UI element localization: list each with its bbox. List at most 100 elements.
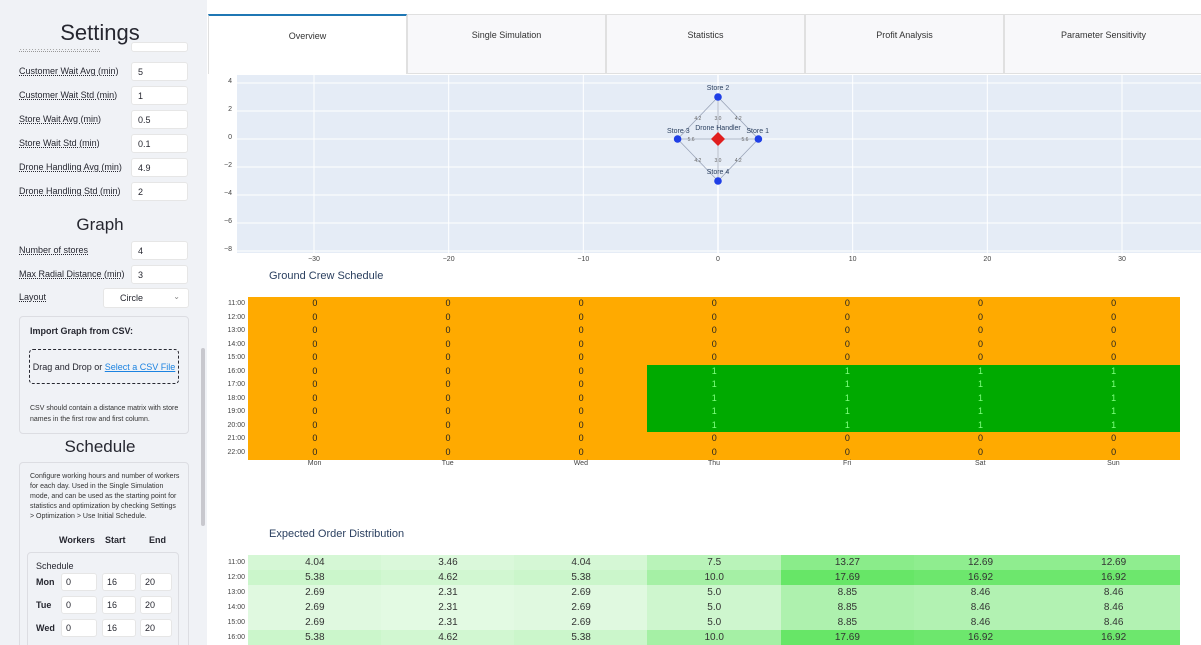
crew-cell: 0 bbox=[514, 297, 648, 311]
field-label: Drone Handling Avg (min) bbox=[19, 162, 122, 172]
store-node[interactable] bbox=[714, 93, 722, 101]
crew-cell: 1 bbox=[780, 418, 915, 433]
crew-cell: 0 bbox=[381, 378, 515, 392]
crew-cell: 0 bbox=[780, 351, 915, 365]
field-input[interactable]: 2 bbox=[131, 182, 188, 201]
store-node-label: Store 3 bbox=[667, 128, 690, 135]
tab-profit-analysis[interactable]: Profit Analysis bbox=[805, 14, 1004, 74]
crew-cell: 0 bbox=[913, 445, 1048, 460]
crew-cell: 0 bbox=[647, 297, 782, 311]
tab-overview[interactable]: Overview bbox=[208, 14, 407, 74]
field-input[interactable]: 0.5 bbox=[131, 110, 188, 129]
chevron-down-icon: ⌄ bbox=[173, 292, 180, 301]
crew-cell: 1 bbox=[913, 405, 1048, 419]
store-node[interactable] bbox=[714, 177, 722, 185]
workers-header: Workers bbox=[59, 535, 95, 545]
start-input[interactable]: 16 bbox=[102, 573, 136, 591]
drone-handler-node[interactable] bbox=[711, 132, 725, 146]
layout-select[interactable]: Circle ⌄ bbox=[103, 288, 189, 308]
tab-statistics[interactable]: Statistics bbox=[606, 14, 805, 74]
crew-cell: 0 bbox=[381, 432, 515, 446]
order-cell: 4.62 bbox=[381, 630, 515, 645]
order-cell: 5.0 bbox=[647, 585, 782, 601]
workers-input[interactable]: 0 bbox=[61, 596, 97, 614]
crew-hour-label: 14:00 bbox=[227, 340, 245, 348]
order-cell: 2.31 bbox=[381, 600, 515, 616]
crew-cell: 0 bbox=[248, 391, 382, 406]
crew-cell: 0 bbox=[1046, 351, 1181, 365]
graph-field-input[interactable]: 4 bbox=[131, 241, 188, 260]
crew-cell: 0 bbox=[248, 432, 382, 446]
crew-cell: 0 bbox=[780, 297, 915, 311]
crew-cell: 1 bbox=[647, 405, 782, 419]
crew-cell: 1 bbox=[780, 364, 915, 379]
order-cell: 5.38 bbox=[514, 570, 648, 586]
edge-label: 4.2 bbox=[735, 116, 742, 122]
select-csv-link[interactable]: Select a CSV File bbox=[105, 362, 176, 372]
crew-cell: 1 bbox=[1046, 391, 1181, 406]
crew-cell: 0 bbox=[647, 310, 782, 325]
start-input[interactable]: 16 bbox=[102, 619, 136, 637]
order-cell: 13.27 bbox=[780, 555, 915, 571]
store-node[interactable] bbox=[673, 135, 682, 143]
order-cell: 2.69 bbox=[248, 585, 382, 601]
workers-input[interactable]: 0 bbox=[61, 619, 97, 637]
crew-cell: 0 bbox=[1046, 445, 1181, 460]
order-cell: 2.69 bbox=[248, 615, 382, 631]
order-cell: 2.31 bbox=[381, 615, 515, 631]
field-label: Customer Wait Avg (min) bbox=[19, 66, 119, 76]
crew-cell: 0 bbox=[381, 297, 515, 311]
order-cell: 16.92 bbox=[913, 570, 1048, 586]
crew-cell: 0 bbox=[381, 418, 515, 433]
crew-cell: 0 bbox=[248, 337, 382, 352]
crew-cell: 0 bbox=[381, 391, 515, 406]
graph-svg: 4.2 3.0 4.2 5.6 5.6 4.2 3.0 4.2 Store 2 Store 3 St… bbox=[237, 75, 1201, 253]
field-label: Store Wait Std (min) bbox=[19, 138, 100, 148]
x-tick-label: −10 bbox=[577, 256, 590, 263]
order-distribution-title: Expected Order Distribution bbox=[269, 528, 405, 540]
crew-cell: 0 bbox=[381, 351, 515, 365]
edge-label: 5.6 bbox=[741, 137, 748, 143]
crew-cell: 0 bbox=[514, 310, 648, 325]
workers-input[interactable]: 0 bbox=[61, 573, 97, 591]
store-graph-plot: 4.2 3.0 4.2 5.6 5.6 4.2 3.0 4.2 Store 2 Store 3 St… bbox=[237, 75, 1201, 253]
crew-schedule-title: Ground Crew Schedule bbox=[269, 270, 384, 282]
field-input[interactable]: 0.1 bbox=[131, 134, 188, 153]
field-input[interactable]: 1 bbox=[131, 86, 188, 105]
tab-parameter-sensitivity[interactable]: Parameter Sensitivity bbox=[1004, 14, 1201, 74]
csv-dropzone[interactable]: Drag and Drop or Select a CSV File bbox=[29, 349, 179, 384]
sidebar-scrollbar[interactable] bbox=[201, 348, 205, 526]
order-cell: 16.92 bbox=[1046, 630, 1181, 645]
y-tick-label: −4 bbox=[224, 190, 232, 197]
end-input[interactable]: 20 bbox=[140, 596, 172, 614]
crew-cell: 0 bbox=[381, 337, 515, 352]
crew-cell: 0 bbox=[1046, 324, 1181, 338]
field-input[interactable]: 5 bbox=[131, 62, 188, 81]
tab-bar: Overview Single Simulation Statistics Profi… bbox=[208, 14, 1201, 74]
y-tick-label: 2 bbox=[228, 106, 232, 113]
crew-cell: 1 bbox=[780, 378, 915, 392]
graph-field-input[interactable]: 3 bbox=[131, 265, 188, 284]
tab-single-simulation[interactable]: Single Simulation bbox=[407, 14, 606, 74]
crew-cell: 0 bbox=[780, 432, 915, 446]
x-tick-label: −30 bbox=[308, 256, 320, 263]
crew-cell: 0 bbox=[248, 351, 382, 365]
edge-label: 4.2 bbox=[735, 158, 742, 164]
field-input[interactable]: 4.9 bbox=[131, 158, 188, 177]
end-input[interactable]: 20 bbox=[140, 619, 172, 637]
schedule-row: Tue 0 16 20 bbox=[36, 596, 176, 614]
order-cell: 17.69 bbox=[780, 630, 915, 645]
crew-hour-label: 17:00 bbox=[227, 381, 245, 388]
crew-cell: 0 bbox=[381, 310, 515, 325]
end-input[interactable]: 20 bbox=[140, 573, 172, 591]
store-node[interactable] bbox=[754, 135, 763, 143]
start-input[interactable]: 16 bbox=[102, 596, 136, 614]
order-cell: 2.31 bbox=[381, 585, 515, 601]
crew-cell: 0 bbox=[1046, 310, 1181, 325]
order-hour-label: 13:00 bbox=[227, 589, 245, 596]
cut-off-field: ……………………… bbox=[19, 42, 189, 64]
graph-section-title: Graph bbox=[76, 215, 124, 234]
order-cell: 7.5 bbox=[647, 555, 782, 571]
crew-cell: 0 bbox=[780, 337, 915, 352]
order-cell: 16.92 bbox=[1046, 570, 1181, 586]
